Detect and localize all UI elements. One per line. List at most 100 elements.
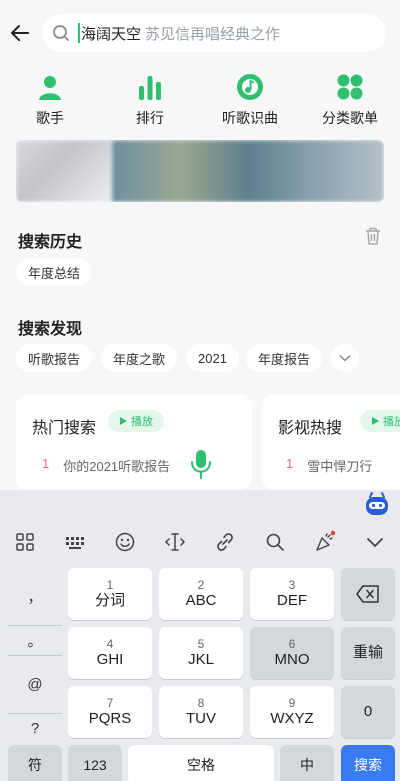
language-switch-key[interactable]: 中 <box>280 745 334 781</box>
key-letters: GHI <box>96 651 124 668</box>
card-row[interactable]: 1 你的2021听歌报告 <box>42 456 170 475</box>
backspace-icon <box>356 585 379 603</box>
key-letters: DEF <box>277 592 307 609</box>
search-icon[interactable] <box>263 530 287 554</box>
key-5[interactable]: 5 JKL <box>159 627 243 679</box>
quick-nav-label: 听歌识曲 <box>222 110 278 126</box>
key-label: 重输 <box>352 644 383 661</box>
symbol-key[interactable]: ? <box>8 714 62 742</box>
microphone-icon <box>191 450 211 479</box>
key-digit: 9 <box>288 696 296 710</box>
key-6[interactable]: 6 MNO <box>250 627 334 679</box>
quick-nav: 歌手 排行 听歌识曲 分类歌单 <box>0 68 400 132</box>
key-4[interactable]: 4 GHI <box>68 627 152 679</box>
space-key[interactable]: 空格 <box>128 745 274 781</box>
keyboard-layout-icon[interactable] <box>63 530 87 554</box>
quick-nav-label: 排行 <box>136 110 164 126</box>
chevron-down-icon <box>339 354 351 362</box>
robot-assistant-icon[interactable] <box>364 492 390 518</box>
symbol-key[interactable]: @ <box>8 656 62 714</box>
symbol-key[interactable]: 。 <box>8 626 62 656</box>
key-digit: 5 <box>197 637 205 651</box>
key-9[interactable]: 9 WXYZ <box>250 686 334 738</box>
key-letters: ABC <box>185 592 217 609</box>
search-header: 海阔天空 苏见信再唱经典之作 <box>0 0 400 66</box>
key-digit: 2 <box>197 578 205 592</box>
zero-key[interactable]: 0 <box>341 686 395 738</box>
rank-number: 1 <box>286 456 294 471</box>
card-title: 影视热搜 <box>278 420 343 437</box>
row-text: 雪中悍刀行 <box>307 459 373 474</box>
discover-chip[interactable]: 年度报告 <box>246 344 323 372</box>
key-digit: 6 <box>288 637 296 651</box>
key-digit: 4 <box>106 637 114 651</box>
tv-hot-card[interactable]: 影视热搜 播放 1 雪中悍刀行 <box>262 394 400 490</box>
trash-icon[interactable] <box>364 226 382 246</box>
symbols-key[interactable]: 符 <box>8 745 62 781</box>
key-2[interactable]: 2 ABC <box>159 568 243 620</box>
chevron-down-icon[interactable] <box>363 530 387 554</box>
rank-number: 1 <box>42 456 50 471</box>
search-input[interactable]: 海阔天空 苏见信再唱经典之作 <box>42 14 386 52</box>
key-letters: 分词 <box>94 592 125 609</box>
discover-chip[interactable]: 2021 <box>186 344 239 372</box>
grid-menu-icon[interactable] <box>13 530 37 554</box>
symbol-key[interactable]: ， <box>8 568 62 626</box>
banner-image-right <box>112 140 384 202</box>
search-query: 海阔天空 <box>81 25 142 43</box>
symbol-column[interactable]: ， 。 @ ? <box>8 568 62 742</box>
key-letters: JKL <box>188 651 214 668</box>
search-hint: 苏见信再唱经典之作 <box>145 25 281 43</box>
row-text: 你的2021听歌报告 <box>63 459 171 474</box>
card-title: 热门搜索 <box>32 420 97 437</box>
discover-chip[interactable]: 听歌报告 <box>16 344 93 372</box>
promo-banner[interactable] <box>16 140 384 202</box>
key-label: 空格 <box>187 757 215 773</box>
search-key[interactable]: 搜索 <box>341 745 395 781</box>
keyboard-top-strip <box>0 490 400 520</box>
quick-nav-label: 分类歌单 <box>322 110 378 126</box>
play-label: 播放 <box>131 416 153 428</box>
party-popper-icon[interactable] <box>313 530 337 554</box>
history-title: 搜索历史 <box>18 234 83 251</box>
voice-input-button[interactable] <box>175 438 227 490</box>
emoji-icon[interactable] <box>113 530 137 554</box>
quick-nav-singer[interactable]: 歌手 <box>2 68 98 132</box>
discover-title: 搜索发现 <box>18 321 83 338</box>
key-letters: TUV <box>186 710 216 727</box>
key-label: 搜索 <box>354 757 382 773</box>
ime-keyboard: ， 。 @ ? 1 分词 2 ABC 3 DEF 4 GHI 5 JKL 6 M… <box>0 564 400 781</box>
key-letters: WXYZ <box>270 710 314 727</box>
play-icon <box>120 417 127 425</box>
key-digit: 1 <box>106 578 114 592</box>
keyboard-toolbar <box>0 520 400 564</box>
key-8[interactable]: 8 TUV <box>159 686 243 738</box>
play-button[interactable]: 播放 <box>108 410 164 432</box>
backspace-key[interactable] <box>341 568 395 620</box>
quick-nav-category[interactable]: 分类歌单 <box>302 68 398 132</box>
key-label: 符 <box>28 757 42 773</box>
key-3[interactable]: 3 DEF <box>250 568 334 620</box>
key-label: 123 <box>83 757 107 773</box>
reenter-key[interactable]: 重输 <box>341 627 395 679</box>
history-chip[interactable]: 年度总结 <box>16 258 93 286</box>
play-icon <box>372 417 379 425</box>
card-row[interactable]: 1 雪中悍刀行 <box>286 456 372 475</box>
numbers-key[interactable]: 123 <box>68 745 122 781</box>
key-digit: 3 <box>288 578 296 592</box>
link-icon[interactable] <box>213 530 237 554</box>
search-icon <box>53 25 69 41</box>
expand-more-button[interactable] <box>331 344 359 372</box>
quick-nav-label: 歌手 <box>36 110 64 126</box>
category-grid-icon <box>337 74 363 100</box>
key-letters: MNO <box>274 651 310 668</box>
key-1[interactable]: 1 分词 <box>68 568 152 620</box>
quick-nav-recognize[interactable]: 听歌识曲 <box>202 68 298 132</box>
quick-nav-ranking[interactable]: 排行 <box>102 68 198 132</box>
play-button[interactable]: 播放 <box>360 410 400 432</box>
key-7[interactable]: 7 PQRS <box>68 686 152 738</box>
text-cursor-icon[interactable] <box>163 530 187 554</box>
back-arrow-icon[interactable] <box>8 20 34 46</box>
text-cursor <box>78 23 80 43</box>
discover-chip[interactable]: 年度之歌 <box>101 344 178 372</box>
